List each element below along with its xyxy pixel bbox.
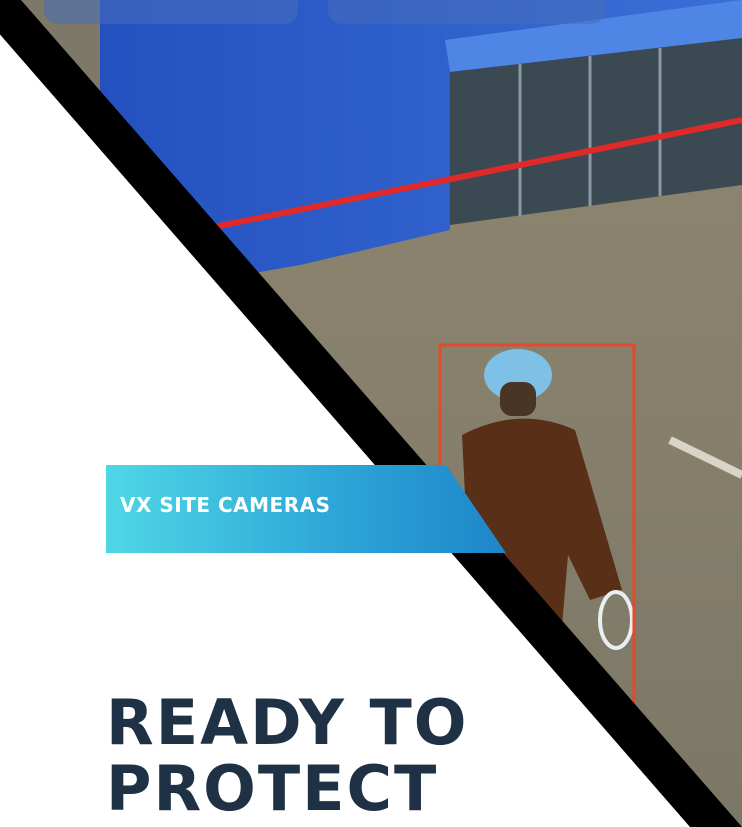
- category-badge: VX SITE CAMERAS: [106, 465, 506, 553]
- headline-line-2: PROTECT: [106, 752, 439, 825]
- headline-line-1: READY TO: [106, 686, 469, 759]
- page-headline: READY TO PROTECT: [106, 690, 469, 822]
- category-badge-label: VX SITE CAMERAS: [120, 493, 331, 517]
- hero-banner: VX SITE CAMERAS READY TO PROTECT: [0, 0, 742, 827]
